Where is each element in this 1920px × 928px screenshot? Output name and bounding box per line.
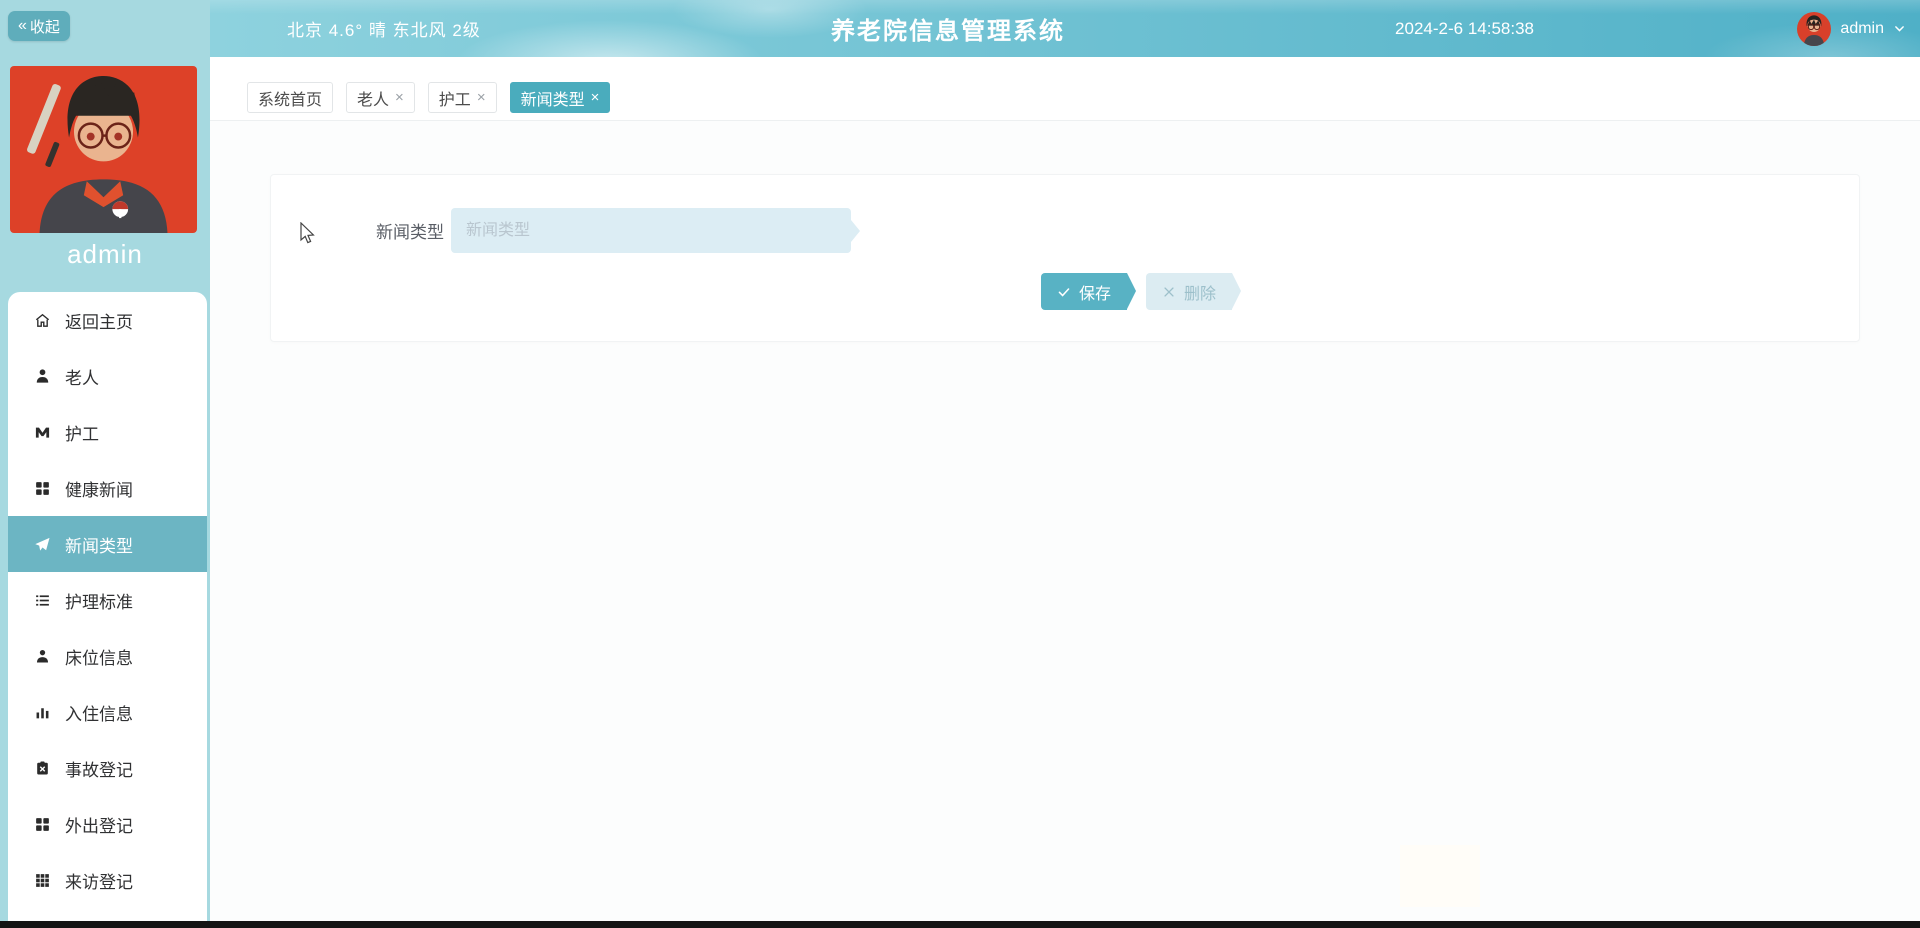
sidebar-menu: 返回主页老人护工健康新闻新闻类型护理标准床位信息入住信息事故登记外出登记来访登记… [8, 292, 207, 928]
sidebar-item-10[interactable]: 来访登记 [8, 852, 207, 908]
sidebar-item-4[interactable]: 新闻类型 [8, 516, 207, 572]
home-icon [34, 312, 51, 329]
user-name: admin [1840, 19, 1884, 37]
tab-0[interactable]: 系统首页 [247, 82, 334, 113]
user-avatar-image [10, 66, 197, 233]
news-type-form-card: 新闻类型 保存 删除 [270, 174, 1860, 342]
grid-3x3-icon [34, 872, 51, 889]
news-type-input[interactable] [451, 208, 851, 253]
sidebar-item-label: 事故登记 [65, 760, 133, 780]
list-icon [34, 592, 51, 609]
user-avatar-small [1797, 11, 1832, 46]
news-type-label: 新闻类型 [376, 223, 444, 242]
grid-2x2-icon [34, 480, 51, 497]
tab-label: 新闻类型 [520, 91, 585, 109]
tab-close-icon[interactable]: × [591, 90, 600, 105]
save-button[interactable]: 保存 [1041, 273, 1137, 310]
sidebar-item-5[interactable]: 护理标准 [8, 572, 207, 628]
tab-close-icon[interactable]: × [395, 90, 404, 105]
weather-info: 北京 4.6° 晴 东北风 2级 [287, 21, 481, 40]
tab-label: 系统首页 [258, 91, 323, 109]
screen-artifact [1400, 845, 1480, 907]
sidebar-item-label: 护工 [65, 424, 99, 444]
check-icon [1057, 285, 1071, 299]
sidebar-item-9[interactable]: 外出登记 [8, 796, 207, 852]
sidebar-item-label: 老人 [65, 368, 99, 388]
sidebar-item-2[interactable]: 护工 [8, 404, 207, 460]
datetime-display: 2024-2-6 14:58:38 [1395, 18, 1534, 38]
sidebar-item-label: 返回主页 [65, 312, 133, 332]
tab-label: 老人 [357, 91, 390, 109]
sidebar-item-1[interactable]: 老人 [8, 348, 207, 404]
tab-label: 护工 [438, 91, 471, 109]
sidebar-item-7[interactable]: 入住信息 [8, 684, 207, 740]
sidebar-item-label: 来访登记 [65, 872, 133, 892]
person-icon [34, 648, 51, 665]
elder-icon [34, 368, 51, 385]
tab-1[interactable]: 老人 × [346, 82, 415, 113]
chevrons-left-icon: « [18, 17, 27, 34]
tab-close-icon[interactable]: × [477, 90, 486, 105]
close-icon [1162, 285, 1176, 299]
sidebar-item-label: 床位信息 [65, 648, 133, 668]
grid-2x2-icon [34, 816, 51, 833]
sidebar-item-label: 外出登记 [65, 816, 133, 836]
tabs-bar: 系统首页 老人 × 护工 × 新闻类型 × [210, 57, 1920, 121]
caregiver-icon [34, 424, 51, 441]
sidebar-item-label: 健康新闻 [65, 480, 133, 500]
tab-2[interactable]: 护工 × [427, 82, 497, 113]
sidebar-item-label: 新闻类型 [65, 536, 133, 556]
sidebar-item-8[interactable]: 事故登记 [8, 740, 207, 796]
main-content: 新闻类型 保存 删除 [210, 121, 1920, 921]
user-menu[interactable]: admin [1791, 0, 1912, 57]
bottom-edge-bar [0, 921, 1920, 928]
collapse-sidebar-button[interactable]: «收起 [8, 11, 70, 41]
bar-chart-icon [34, 704, 51, 721]
sidebar-item-label: 护理标准 [65, 592, 133, 612]
sidebar-username: admin [67, 239, 143, 269]
chevron-down-icon[interactable] [1893, 22, 1906, 35]
sidebar-item-label: 入住信息 [65, 704, 133, 724]
delete-button[interactable]: 删除 [1146, 273, 1242, 310]
header-bar: 北京 4.6° 晴 东北风 2级 养老院信息管理系统 2024-2-6 14:5… [210, 0, 1920, 57]
sidebar: «收起 admin 返回主页老人护工健康新闻新闻类型护理标准床位信息入住信息事故… [0, 0, 210, 928]
sidebar-item-0[interactable]: 返回主页 [8, 292, 207, 348]
sidebar-item-3[interactable]: 健康新闻 [8, 460, 207, 516]
clipboard-x-icon [34, 760, 51, 777]
sidebar-item-6[interactable]: 床位信息 [8, 628, 207, 684]
page-title: 养老院信息管理系统 [831, 18, 1065, 45]
news-type-input-wrap [451, 208, 860, 253]
form-row: 新闻类型 [271, 208, 860, 253]
form-buttons: 保存 删除 [1041, 273, 1242, 310]
paper-plane-icon [34, 536, 51, 553]
tab-3[interactable]: 新闻类型 × [509, 82, 611, 113]
